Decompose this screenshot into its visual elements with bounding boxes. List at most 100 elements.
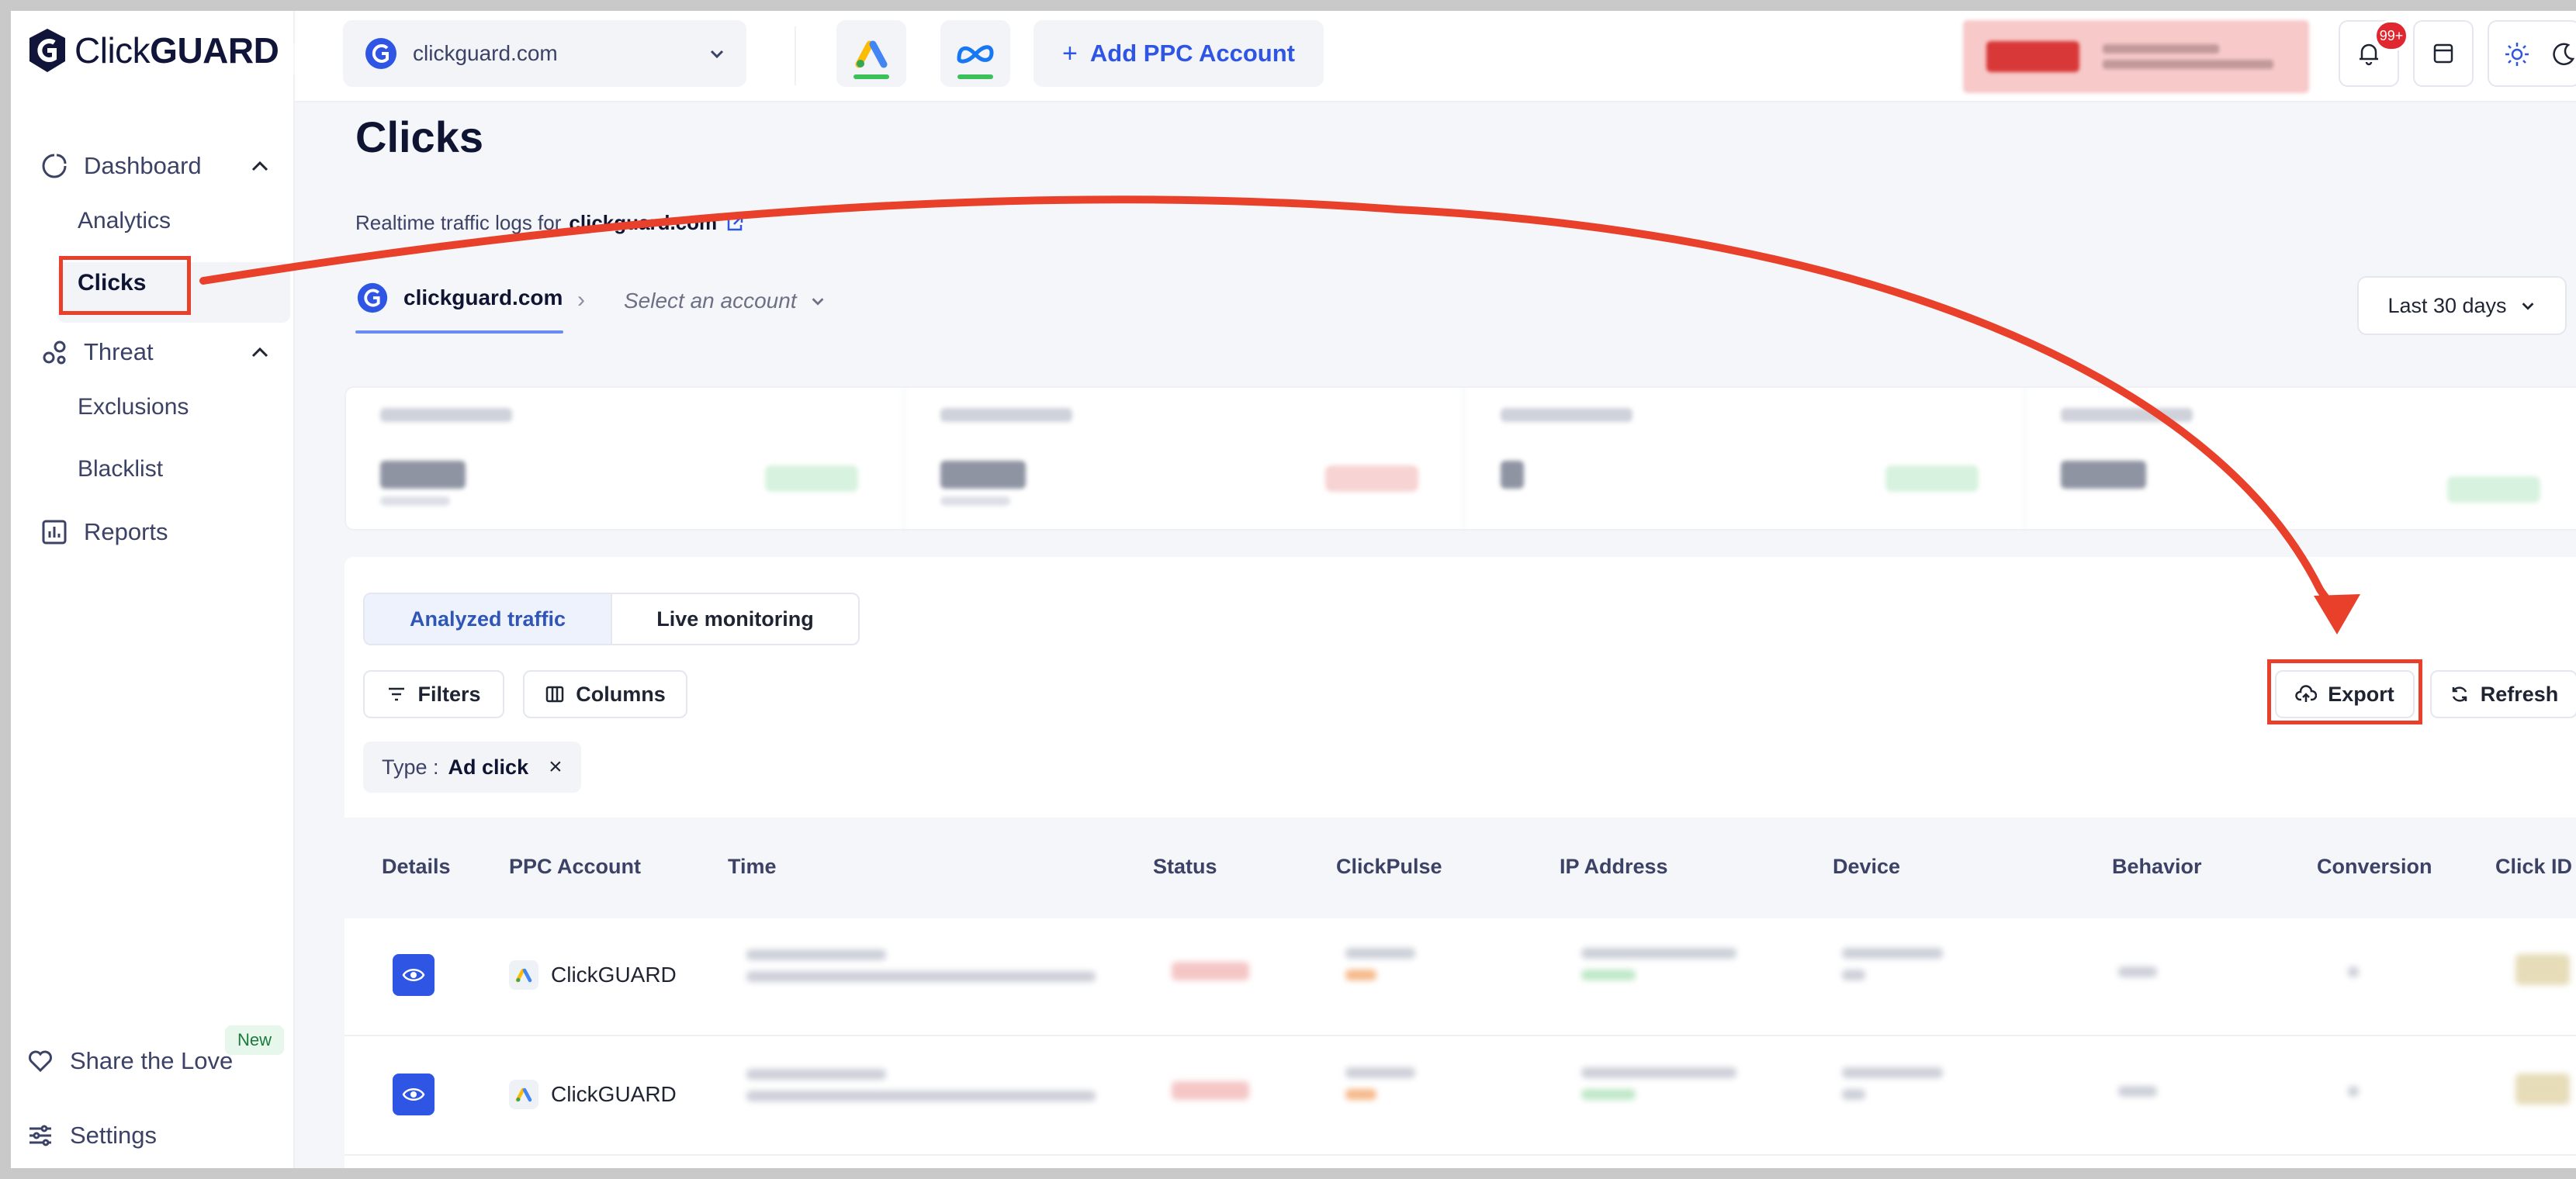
google-ads-button[interactable]	[836, 20, 906, 87]
column-header-clickpulse[interactable]: ClickPulse	[1336, 855, 1442, 879]
device-cell-redacted	[1842, 1067, 1951, 1111]
breadcrumb-site[interactable]: clickguard.com	[403, 285, 563, 310]
refresh-button[interactable]: Refresh	[2430, 670, 2576, 718]
account-selector[interactable]: Select an account	[624, 289, 826, 313]
filter-chip-type: Type : Ad click ×	[363, 742, 581, 793]
table-header	[345, 818, 2576, 918]
column-header-device[interactable]: Device	[1833, 855, 1900, 879]
sun-icon[interactable]	[2503, 40, 2531, 68]
clickguard-site-icon	[357, 282, 388, 313]
clickpulse-cell-redacted	[1345, 948, 1415, 991]
ppc-account-cell: ClickGUARD	[509, 960, 677, 990]
view-details-button[interactable]	[393, 954, 435, 996]
sidebar-item-reports[interactable]: Reports	[40, 518, 168, 546]
meta-ads-button[interactable]	[940, 20, 1010, 87]
clickpulse-cell-redacted	[1345, 1067, 1415, 1111]
clickguard-logo[interactable]: ClickGUARD	[26, 25, 279, 76]
tab-live-monitoring[interactable]: Live monitoring	[612, 594, 858, 644]
threat-icon	[40, 338, 68, 366]
click-id-cell-redacted	[2515, 954, 2576, 996]
conversion-cell-redacted	[2348, 966, 2363, 988]
promo-text	[2103, 38, 2273, 75]
sidebar-item-blacklist[interactable]: Blacklist	[78, 456, 163, 482]
columns-label: Columns	[576, 682, 666, 706]
moon-icon[interactable]	[2550, 40, 2576, 68]
clickguard-logo-icon	[29, 29, 65, 72]
conversion-cell-redacted	[2348, 1086, 2363, 1108]
stat-card	[906, 388, 1465, 532]
subtitle-text: Realtime traffic logs for	[355, 211, 562, 234]
ppc-account-cell: ClickGUARD	[509, 1080, 677, 1109]
chevron-down-icon	[812, 298, 823, 306]
sidebar-item-label: Reports	[84, 518, 168, 545]
time-cell-redacted	[746, 949, 1103, 993]
filters-label: Filters	[417, 682, 481, 706]
columns-icon	[545, 686, 564, 703]
ip-address-cell-redacted	[1581, 1067, 1752, 1111]
google-ads-icon	[509, 960, 538, 990]
active-indicator	[853, 74, 889, 79]
sidebar-item-label: Share the Love	[70, 1047, 234, 1074]
column-header-details[interactable]: Details	[382, 855, 451, 879]
meta-icon	[957, 45, 994, 64]
stat-card	[1466, 388, 2025, 532]
sidebar-item-share-the-love[interactable]: Share the Love	[26, 1047, 233, 1075]
filters-button[interactable]: Filters	[363, 670, 504, 718]
chevron-down-icon	[2522, 303, 2533, 310]
table-row[interactable]	[345, 1038, 2576, 1156]
behavior-cell-redacted	[2118, 966, 2165, 988]
refresh-icon	[2452, 686, 2467, 702]
ip-address-cell-redacted	[1581, 948, 1752, 991]
app-window: ClickGUARD Dashboard Analytics Clicks Th…	[11, 11, 2576, 1168]
theme-toggle[interactable]	[2488, 20, 2576, 87]
date-range-select[interactable]: Last 30 days	[2357, 276, 2567, 335]
column-header-time[interactable]: Time	[728, 855, 777, 879]
status-cell-redacted	[1172, 962, 1249, 991]
sidebar-item-label: Threat	[84, 338, 154, 365]
sidebar-item-settings[interactable]: Settings	[26, 1122, 157, 1150]
breadcrumb-active-indicator	[355, 330, 563, 334]
subtitle-site: clickguard.com	[569, 211, 718, 234]
page-subtitle: Realtime traffic logs for clickguard.com	[355, 211, 745, 235]
sidebar-item-dashboard[interactable]: Dashboard	[40, 152, 273, 180]
site-selector[interactable]: clickguard.com	[343, 20, 746, 87]
google-ads-icon	[855, 40, 888, 68]
status-cell-redacted	[1172, 1081, 1249, 1111]
archive-button[interactable]	[2413, 20, 2474, 87]
site-selector-value: clickguard.com	[413, 41, 558, 65]
chevron-up-icon[interactable]	[247, 339, 273, 365]
sidebar-item-threat[interactable]: Threat	[40, 338, 273, 366]
dashboard-icon	[40, 152, 68, 180]
column-header-ip-address[interactable]: IP Address	[1560, 855, 1668, 879]
heart-handshake-icon	[26, 1047, 54, 1075]
annotation-box-clicks	[59, 256, 191, 315]
page-title: Clicks	[355, 112, 483, 161]
chevron-up-icon[interactable]	[247, 153, 273, 179]
filter-icon	[389, 687, 405, 701]
filter-chip-value: Ad click	[448, 755, 529, 779]
external-link-icon[interactable]	[725, 213, 745, 233]
column-header-status[interactable]: Status	[1153, 855, 1217, 879]
promo-banner[interactable]	[1963, 20, 2309, 93]
column-header-behavior[interactable]: Behavior	[2112, 855, 2202, 879]
add-ppc-account-button[interactable]: + Add PPC Account	[1034, 20, 1324, 87]
sidebar-item-label: Dashboard	[84, 152, 202, 179]
close-icon[interactable]: ×	[549, 754, 563, 780]
view-details-button[interactable]	[393, 1074, 435, 1115]
column-header-click-id[interactable]: Click ID	[2495, 855, 2572, 879]
device-cell-redacted	[1842, 948, 1951, 991]
column-header-ppc-account[interactable]: PPC Account	[509, 855, 641, 879]
tab-analyzed-traffic[interactable]: Analyzed traffic	[365, 594, 612, 644]
ppc-account-name: ClickGUARD	[551, 963, 677, 987]
logo-text: ClickGUARD	[74, 30, 279, 71]
column-header-conversion[interactable]: Conversion	[2317, 855, 2432, 879]
table-row[interactable]	[345, 918, 2576, 1036]
notification-count-badge: 99+	[2374, 20, 2408, 51]
sidebar-item-label: Settings	[70, 1122, 158, 1149]
sidebar-item-exclusions[interactable]: Exclusions	[78, 394, 189, 420]
account-selector-placeholder: Select an account	[624, 289, 797, 313]
stat-card	[2027, 388, 2576, 532]
chevron-down-icon	[710, 50, 724, 59]
columns-button[interactable]: Columns	[523, 670, 687, 718]
sidebar-item-analytics[interactable]: Analytics	[78, 208, 171, 234]
